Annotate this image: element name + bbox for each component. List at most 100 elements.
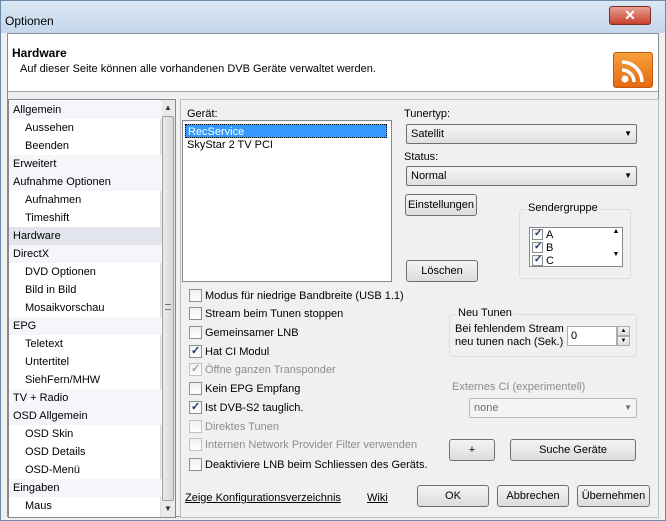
tree-item[interactable]: OSD Allgemein [9, 407, 162, 425]
page-header: Hardware Auf dieser Seite können alle vo… [8, 34, 658, 92]
status-select[interactable]: Normal ▼ [406, 166, 637, 186]
tree-item[interactable]: Hardware [9, 227, 162, 245]
option-label: Öffne ganzen Transponder [205, 364, 336, 376]
externes-ci-select[interactable]: none ▼ [469, 398, 637, 418]
chevron-down-icon: ▼ [624, 129, 632, 138]
checkbox[interactable] [189, 289, 202, 302]
tree-item[interactable]: SiehFern/MHW [9, 371, 162, 389]
sendergruppe-item-label: B [546, 242, 554, 254]
sendergruppe-scrollbar[interactable]: ▲ ▼ [610, 228, 622, 266]
checkbox[interactable] [532, 253, 543, 266]
tree-item[interactable]: Allgemein [9, 101, 162, 119]
option-checkbox-row[interactable]: Stream beim Tunen stoppen [189, 307, 343, 321]
sendergruppe-list[interactable]: ▲ ▼ ABC [529, 227, 623, 267]
wiki-link[interactable]: Wiki [367, 492, 388, 504]
tree-item[interactable]: Erweitert [9, 155, 162, 173]
title-bar[interactable]: Optionen ✕ [1, 1, 665, 33]
scroll-down-icon[interactable]: ▼ [610, 251, 622, 258]
checkbox[interactable] [189, 400, 202, 414]
option-label: Ist DVB-S2 tauglich. [205, 402, 304, 414]
ok-button[interactable]: OK [417, 485, 489, 507]
checkbox[interactable] [532, 227, 543, 240]
tree-item[interactable]: DVD Optionen [9, 263, 162, 281]
page-description: Auf dieser Seite können alle vorhandenen… [20, 63, 376, 75]
neu-tunen-line1: Bei fehlendem Stream [455, 323, 564, 335]
checkbox[interactable] [189, 307, 202, 320]
option-checkbox-row: Internen Network Provider Filter verwend… [189, 438, 417, 452]
checkbox[interactable] [189, 344, 202, 358]
tree-item[interactable]: Beenden [9, 137, 162, 155]
option-checkbox-row[interactable]: Hat CI Modul [189, 344, 270, 359]
uebernehmen-button[interactable]: Übernehmen [577, 485, 650, 507]
tree-scrollbar[interactable]: ▲ ▼ [160, 100, 175, 517]
tree-item[interactable]: Aufnahme Optionen [9, 173, 162, 191]
tree-item[interactable]: OSD-Menü [9, 461, 162, 479]
sendergruppe-item[interactable]: C [532, 253, 554, 268]
checkbox[interactable] [189, 458, 202, 471]
scroll-thumb[interactable] [162, 116, 174, 501]
chevron-down-icon: ▼ [624, 171, 632, 180]
spin-down-icon[interactable]: ▼ [617, 336, 630, 346]
close-button[interactable]: ✕ [609, 6, 651, 25]
category-tree[interactable]: ▲ ▼ Allgemein Aussehen Beenden Erweitert Auf… [8, 99, 176, 518]
tree-item[interactable]: Untertitel [9, 353, 162, 371]
neu-tunen-spinner[interactable]: ▲ ▼ [617, 326, 630, 346]
checkbox [189, 362, 202, 376]
status-value: Normal [411, 170, 447, 182]
tree-item[interactable]: Aussehen [9, 119, 162, 137]
scroll-down-icon[interactable]: ▼ [161, 502, 175, 516]
status-label: Status: [404, 151, 439, 163]
tree-item[interactable]: Mosaikvorschau [9, 299, 162, 317]
tunertyp-select[interactable]: Satellit ▼ [406, 124, 637, 144]
add-button[interactable]: + [449, 439, 495, 461]
option-label: Internen Network Provider Filter verwend… [205, 439, 418, 451]
scroll-up-icon[interactable]: ▲ [610, 228, 622, 235]
tree-item[interactable]: DirectX [9, 245, 162, 263]
option-label: Stream beim Tunen stoppen [205, 308, 344, 320]
neu-tunen-seconds-input[interactable]: 0 [567, 326, 617, 346]
externes-ci-value: none [474, 402, 499, 414]
window-title: Optionen [5, 14, 54, 28]
tree-item[interactable]: Aufnahmen [9, 191, 162, 209]
externes-ci-label: Externes CI (experimentell) [452, 381, 586, 393]
option-label: Kein EPG Empfang [205, 383, 301, 395]
grip-icon [165, 304, 171, 310]
device-list-item[interactable]: SkyStar 2 TV PCI [185, 138, 387, 152]
options-window: Optionen ✕ Hardware Auf dieser Seite kön… [0, 0, 666, 521]
abbrechen-button[interactable]: Abbrechen [497, 485, 569, 507]
checkbox[interactable] [532, 240, 543, 253]
tree-item[interactable]: Eingaben [9, 479, 162, 497]
suche-geraete-button[interactable]: Suche Geräte [510, 439, 636, 461]
tunertyp-value: Satellit [411, 128, 445, 140]
scroll-up-icon[interactable]: ▲ [161, 101, 175, 115]
tree-item[interactable]: EPG [9, 317, 162, 335]
tree-item[interactable]: OSD Details [9, 443, 162, 461]
option-checkbox-row[interactable]: Deaktiviere LNB beim Schliessen des Gerä… [189, 458, 428, 472]
checkbox[interactable] [189, 382, 202, 395]
option-checkbox-row[interactable]: Gemeinsamer LNB [189, 326, 299, 340]
tree-item[interactable]: TV + Radio [9, 389, 162, 407]
tree-item[interactable]: Bild in Bild [9, 281, 162, 299]
checkbox [189, 420, 202, 433]
option-checkbox-row[interactable]: Ist DVB-S2 tauglich. [189, 400, 304, 415]
tree-item[interactable]: Timeshift [9, 209, 162, 227]
config-dir-link[interactable]: Zeige Konfigurationsverzeichnis [185, 492, 341, 504]
checkbox[interactable] [189, 326, 202, 339]
option-label: Gemeinsamer LNB [205, 327, 299, 339]
einstellungen-button[interactable]: Einstellungen [405, 194, 477, 216]
device-list-item[interactable]: RecService [185, 124, 387, 138]
option-checkbox-row[interactable]: Modus für niedrige Bandbreite (USB 1.1) [189, 289, 404, 303]
option-label: Hat CI Modul [205, 346, 270, 358]
neu-tunen-line2: neu tunen nach (Sek.) [455, 336, 564, 348]
device-list[interactable]: RecService SkyStar 2 TV PCI [182, 120, 392, 282]
tree-item[interactable]: Teletext [9, 335, 162, 353]
device-label: Gerät: [187, 108, 218, 120]
option-checkbox-row[interactable]: Kein EPG Empfang [189, 382, 300, 396]
tree-item[interactable]: OSD Skin [9, 425, 162, 443]
chevron-down-icon: ▼ [624, 403, 632, 412]
spin-up-icon[interactable]: ▲ [617, 326, 630, 336]
page-title: Hardware [12, 46, 67, 60]
loeschen-button[interactable]: Löschen [406, 260, 478, 282]
tree-item[interactable]: Maus [9, 497, 162, 515]
option-checkbox-row: Direktes Tunen [189, 420, 279, 434]
